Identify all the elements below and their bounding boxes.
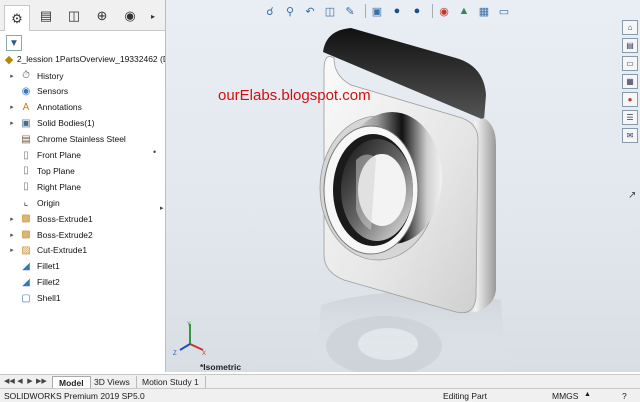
tree-item-label: History	[37, 70, 64, 81]
dimxpert-icon[interactable]: ⊕	[90, 6, 114, 26]
tree-item[interactable]: ⌞ Origin	[0, 195, 160, 210]
view-orientation-label: *Isometric	[200, 362, 242, 372]
tree-item-label: Shell1	[37, 293, 61, 304]
tree-item-label: Right Plane	[37, 181, 81, 192]
tree-item[interactable]: ◢ Fillet1	[0, 259, 160, 274]
tree-item[interactable]: ▯ Right Plane	[0, 179, 160, 194]
panel-tab-bar: ⚙ ▤ ◫ ⊕ ◉ ▸	[0, 0, 165, 31]
watermark-text: ourElabs.blogspot.com	[218, 87, 371, 104]
expand-arrow-icon[interactable]: ▸	[8, 103, 16, 111]
extrude-icon: ▩	[21, 229, 31, 240]
sensors-icon: ◉	[21, 85, 31, 97]
part-root-node[interactable]: ◆ 2_lession 1PartsOverview_19332462 (D	[4, 52, 166, 66]
feature-manager-icon[interactable]: ⚙	[4, 5, 30, 31]
tree-item[interactable]: ▯ Top Plane	[0, 163, 160, 178]
property-manager-icon[interactable]: ▤	[34, 6, 58, 26]
annotations-icon: A	[22, 101, 30, 113]
3d-part-model[interactable]	[166, 0, 640, 372]
tree-item-label: Cut-Extrude1	[37, 245, 88, 256]
collapse-arrow-icon[interactable]: •	[153, 147, 156, 157]
x-axis-label: X	[202, 351, 206, 356]
help-icon[interactable]: ?	[622, 391, 627, 401]
status-units[interactable]: MMGS	[552, 391, 578, 401]
first-tab-arrow-icon[interactable]: ◀◀	[4, 377, 15, 387]
solidworks-window: ⚙ ▤ ◫ ⊕ ◉ ▸ ▼ ◆ 2_lession 1PartsOverview…	[0, 0, 640, 402]
plane-icon: ▯	[23, 149, 29, 161]
last-tab-arrow-icon[interactable]: ▶▶	[36, 377, 47, 387]
history-icon: ⏱	[22, 70, 30, 81]
panel-splitter[interactable]: ▸	[160, 204, 164, 212]
tree-item[interactable]: ◉ Sensors	[0, 84, 160, 99]
cut-extrude-icon: ▨	[21, 244, 31, 256]
tree-item[interactable]: ▸ ⏱ History	[0, 68, 160, 83]
graphics-area[interactable]: ☌ ⚲ ↶ ◫ ✎ ▣ ● ● ◉ ▲ ▦ ▭ ⌂ ▤ ▭ ▦ ● ☰ ✉ ↗	[166, 0, 640, 372]
plane-icon: ▯	[23, 165, 29, 177]
expand-arrow-icon[interactable]: ▸	[8, 72, 16, 80]
part-icon: ◆	[4, 53, 14, 66]
feature-manager-panel: ⚙ ▤ ◫ ⊕ ◉ ▸ ▼ ◆ 2_lession 1PartsOverview…	[0, 0, 166, 372]
axis-triad: Y X Z	[173, 322, 206, 356]
tree-item[interactable]: ▯ Front Plane	[0, 148, 160, 163]
tab-3d-views[interactable]: 3D Views	[88, 376, 137, 388]
tree-item-label: Boss-Extrude1	[37, 213, 93, 224]
configuration-manager-icon[interactable]: ◫	[62, 6, 86, 26]
tree-item-label: Boss-Extrude2	[37, 229, 93, 240]
bottom-tab-bar: ◀◀ ◀ ▶ ▶▶ Model 3D Views Motion Study 1	[0, 374, 640, 389]
fillet-icon: ◢	[22, 260, 30, 272]
tree-item[interactable]: ▢ Shell1	[0, 291, 160, 306]
tree-item[interactable]: ▤ Chrome Stainless Steel	[0, 132, 160, 147]
x-axis-line	[189, 343, 204, 351]
tab-motion-study-1[interactable]: Motion Study 1	[136, 376, 206, 388]
prev-tab-arrow-icon[interactable]: ◀	[16, 377, 24, 387]
tree-item[interactable]: ▸ ▩ Boss-Extrude2	[0, 227, 160, 242]
status-bar: SOLIDWORKS Premium 2019 SP5.0 Editing Pa…	[0, 388, 640, 402]
fillet-icon: ◢	[22, 276, 30, 288]
tree-item[interactable]: ▸ ▩ Boss-Extrude1	[0, 211, 160, 226]
tree-item[interactable]: ▸ A Annotations	[0, 100, 160, 115]
tree-item-label: Solid Bodies(1)	[37, 118, 95, 129]
z-axis-line	[179, 343, 191, 351]
y-axis-label: Y	[187, 322, 191, 328]
expand-arrow-icon[interactable]: ▸	[8, 119, 16, 127]
filter-icon[interactable]: ▼	[6, 35, 22, 51]
next-tab-arrow-icon[interactable]: ▶	[26, 377, 34, 387]
filter-row: ▼	[0, 34, 165, 51]
tree-item-label: Sensors	[37, 86, 69, 97]
status-product: SOLIDWORKS Premium 2019 SP5.0	[4, 391, 145, 401]
expand-arrow-icon[interactable]: ▸	[8, 246, 16, 254]
tree-item[interactable]: ◢ Fillet2	[0, 275, 160, 290]
solid-bodies-icon: ▣	[21, 117, 31, 129]
shell-icon: ▢	[21, 292, 31, 304]
tree-item-label: Chrome Stainless Steel	[37, 134, 126, 145]
tree-item[interactable]: ▸ ▣ Solid Bodies(1)	[0, 116, 160, 131]
units-dropdown-icon[interactable]: ▲	[584, 391, 591, 398]
status-mode: Editing Part	[443, 391, 487, 401]
tree-item-label: Fillet1	[37, 261, 60, 272]
tree-item-label: Top Plane	[37, 165, 75, 176]
part-name: 2_lession 1PartsOverview_19332462 (D	[16, 54, 166, 64]
tree-item-label: Annotations	[37, 102, 82, 113]
z-axis-label: Z	[173, 351, 177, 356]
plane-icon: ▯	[23, 181, 29, 193]
expand-arrow-icon[interactable]: ▸	[8, 215, 16, 223]
extrude-icon: ▩	[21, 213, 31, 225]
more-tabs-chevron-icon[interactable]: ▸	[146, 6, 160, 26]
display-manager-icon[interactable]: ◉	[118, 6, 142, 26]
tree-item[interactable]: ▸ ▨ Cut-Extrude1	[0, 243, 160, 258]
origin-icon: ⌞	[23, 197, 29, 209]
tree-item-label: Fillet2	[37, 277, 60, 288]
material-icon: ▤	[21, 133, 31, 145]
tree-item-label: Origin	[37, 197, 60, 208]
expand-arrow-icon[interactable]: ▸	[8, 231, 16, 239]
tree-item-label: Front Plane	[37, 150, 81, 160]
